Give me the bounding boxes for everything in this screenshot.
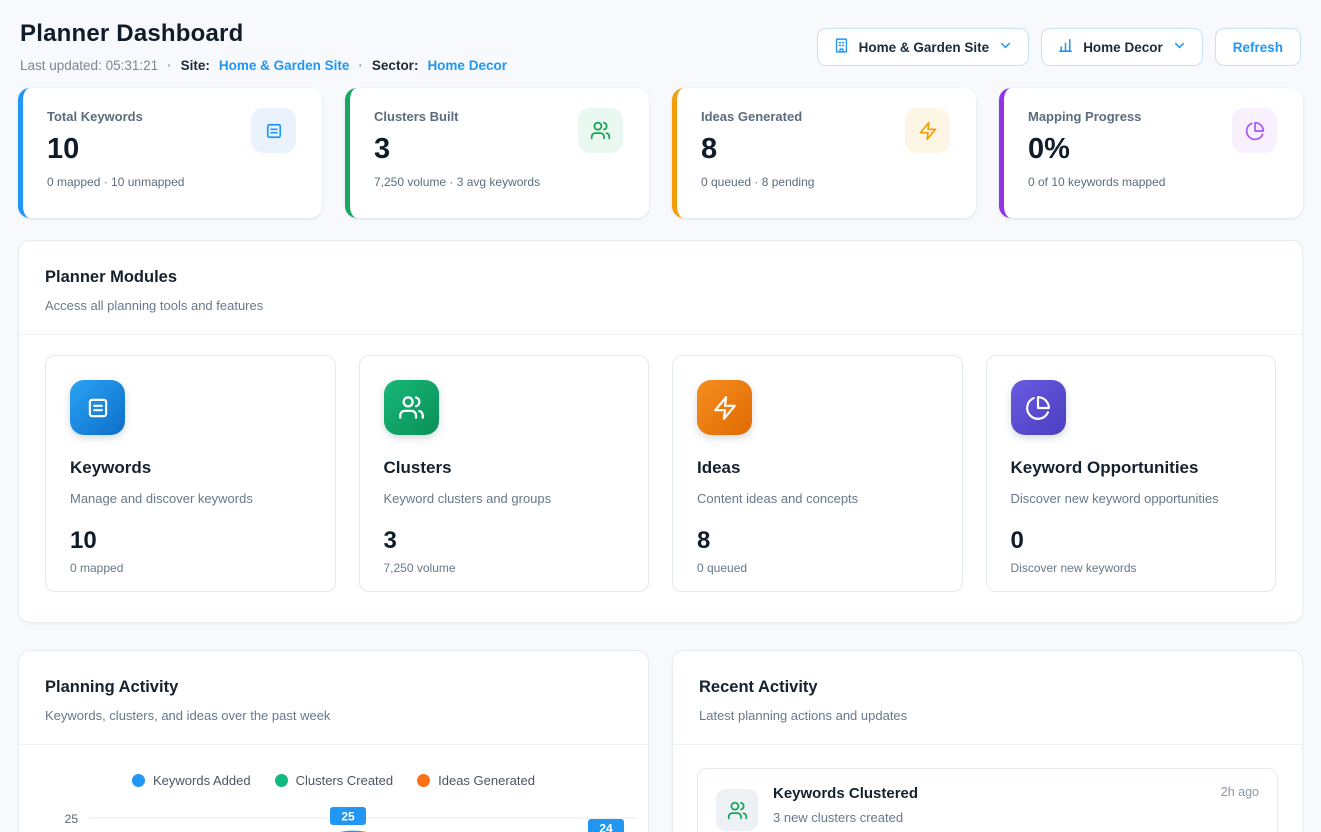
users-icon <box>384 380 439 435</box>
module-description: Manage and discover keywords <box>70 491 311 506</box>
bottom-row: Planning Activity Keywords, clusters, an… <box>18 650 1303 832</box>
planning-activity-header: Planning Activity Keywords, clusters, an… <box>19 651 648 744</box>
activity-body: Keywords Clustered 3 new clusters create… <box>773 785 1206 825</box>
stat-card-total-keywords: Total Keywords 10 0 mapped · 10 unmapped <box>18 88 322 218</box>
area-chart: 25 25 24 <box>19 796 649 832</box>
meta-separator: · <box>358 58 363 73</box>
planning-activity-title: Planning Activity <box>45 678 622 697</box>
modules-panel-header: Planner Modules Access all planning tool… <box>19 241 1302 334</box>
module-value: 3 <box>384 527 625 555</box>
header-actions: Home & Garden Site Home Decor Refresh <box>817 28 1301 66</box>
stat-sub: 0 queued · 8 pending <box>701 175 952 189</box>
modules-title: Planner Modules <box>45 268 1276 287</box>
stat-cards-row: Total Keywords 10 0 mapped · 10 unmapped… <box>18 88 1303 218</box>
planner-dashboard-page: Planner Dashboard Last updated: 05:31:21… <box>0 0 1321 832</box>
module-sub: Discover new keywords <box>1011 561 1252 575</box>
module-card-ideas[interactable]: Ideas Content ideas and concepts 8 0 que… <box>672 355 963 592</box>
activity-chart: Keywords Added Clusters Created Ideas Ge… <box>19 745 648 832</box>
stat-sub: 7,250 volume · 3 avg keywords <box>374 175 625 189</box>
module-value: 10 <box>70 527 311 555</box>
stat-card-mapping-progress: Mapping Progress 0% 0 of 10 keywords map… <box>999 88 1303 218</box>
legend-dot <box>417 774 430 787</box>
refresh-button[interactable]: Refresh <box>1215 28 1301 66</box>
sector-link[interactable]: Home Decor <box>427 58 507 73</box>
module-description: Discover new keyword opportunities <box>1011 491 1252 506</box>
site-label: Site: <box>181 58 210 73</box>
activity-title: Keywords Clustered <box>773 785 1206 802</box>
note-icon <box>70 380 125 435</box>
zap-icon <box>905 108 950 153</box>
module-card-clusters[interactable]: Clusters Keyword clusters and groups 3 7… <box>359 355 650 592</box>
module-sub: 7,250 volume <box>384 561 625 575</box>
data-point-label: 25 <box>330 807 366 825</box>
stat-card-ideas-generated: Ideas Generated 8 0 queued · 8 pending <box>672 88 976 218</box>
header-meta: Last updated: 05:31:21 · Site: Home & Ga… <box>20 58 507 73</box>
module-title: Keyword Opportunities <box>1011 458 1252 478</box>
modules-subtitle: Access all planning tools and features <box>45 298 1276 313</box>
page-header: Planner Dashboard Last updated: 05:31:21… <box>18 20 1303 73</box>
users-icon <box>716 789 758 831</box>
sector-selector-label: Home Decor <box>1083 40 1163 55</box>
activity-list: Keywords Clustered 3 new clusters create… <box>673 745 1302 832</box>
svg-text:25: 25 <box>341 810 355 824</box>
planner-modules-panel: Planner Modules Access all planning tool… <box>18 240 1303 623</box>
modules-grid: Keywords Manage and discover keywords 10… <box>19 335 1302 622</box>
legend-item-ideas-generated[interactable]: Ideas Generated <box>417 773 535 788</box>
module-value: 0 <box>1011 527 1252 555</box>
chevron-down-icon <box>1172 38 1187 56</box>
recent-activity-header: Recent Activity Latest planning actions … <box>673 651 1302 744</box>
module-description: Keyword clusters and groups <box>384 491 625 506</box>
planning-activity-panel: Planning Activity Keywords, clusters, an… <box>18 650 649 832</box>
module-value: 8 <box>697 527 938 555</box>
legend-item-keywords-added[interactable]: Keywords Added <box>132 773 251 788</box>
legend-dot <box>132 774 145 787</box>
module-title: Clusters <box>384 458 625 478</box>
bar-chart-icon <box>1057 37 1074 57</box>
site-selector-label: Home & Garden Site <box>859 40 990 55</box>
data-point-label: 24 <box>588 819 624 832</box>
note-icon <box>251 108 296 153</box>
legend-label: Clusters Created <box>296 773 394 788</box>
y-axis-tick: 25 <box>65 812 79 826</box>
building-icon <box>833 37 850 57</box>
zap-icon <box>697 380 752 435</box>
planning-activity-subtitle: Keywords, clusters, and ideas over the p… <box>45 708 622 723</box>
chart-legend: Keywords Added Clusters Created Ideas Ge… <box>19 773 648 788</box>
meta-separator: · <box>167 58 172 73</box>
site-selector-dropdown[interactable]: Home & Garden Site <box>817 28 1030 66</box>
legend-dot <box>275 774 288 787</box>
module-sub: 0 queued <box>697 561 938 575</box>
legend-label: Ideas Generated <box>438 773 535 788</box>
recent-activity-title: Recent Activity <box>699 678 1276 697</box>
svg-text:24: 24 <box>599 822 613 832</box>
legend-label: Keywords Added <box>153 773 251 788</box>
recent-activity-subtitle: Latest planning actions and updates <box>699 708 1276 723</box>
activity-description: 3 new clusters created <box>773 810 1206 825</box>
sector-selector-dropdown[interactable]: Home Decor <box>1041 28 1203 66</box>
module-description: Content ideas and concepts <box>697 491 938 506</box>
users-icon <box>578 108 623 153</box>
stat-sub: 0 mapped · 10 unmapped <box>47 175 298 189</box>
last-updated: Last updated: 05:31:21 <box>20 58 158 73</box>
activity-timestamp: 2h ago <box>1221 785 1259 799</box>
site-link[interactable]: Home & Garden Site <box>219 58 350 73</box>
stat-card-clusters-built: Clusters Built 3 7,250 volume · 3 avg ke… <box>345 88 649 218</box>
module-title: Keywords <box>70 458 311 478</box>
stat-sub: 0 of 10 keywords mapped <box>1028 175 1279 189</box>
pie-chart-icon <box>1011 380 1066 435</box>
recent-activity-panel: Recent Activity Latest planning actions … <box>672 650 1303 832</box>
chevron-down-icon <box>998 38 1013 56</box>
sector-label: Sector: <box>372 58 419 73</box>
legend-item-clusters-created[interactable]: Clusters Created <box>275 773 394 788</box>
module-card-keywords[interactable]: Keywords Manage and discover keywords 10… <box>45 355 336 592</box>
activity-item-keywords-clustered: Keywords Clustered 3 new clusters create… <box>697 768 1278 832</box>
pie-chart-icon <box>1232 108 1277 153</box>
header-left: Planner Dashboard Last updated: 05:31:21… <box>20 20 507 73</box>
module-title: Ideas <box>697 458 938 478</box>
module-sub: 0 mapped <box>70 561 311 575</box>
page-title: Planner Dashboard <box>20 20 507 48</box>
module-card-keyword-opportunities[interactable]: Keyword Opportunities Discover new keywo… <box>986 355 1277 592</box>
